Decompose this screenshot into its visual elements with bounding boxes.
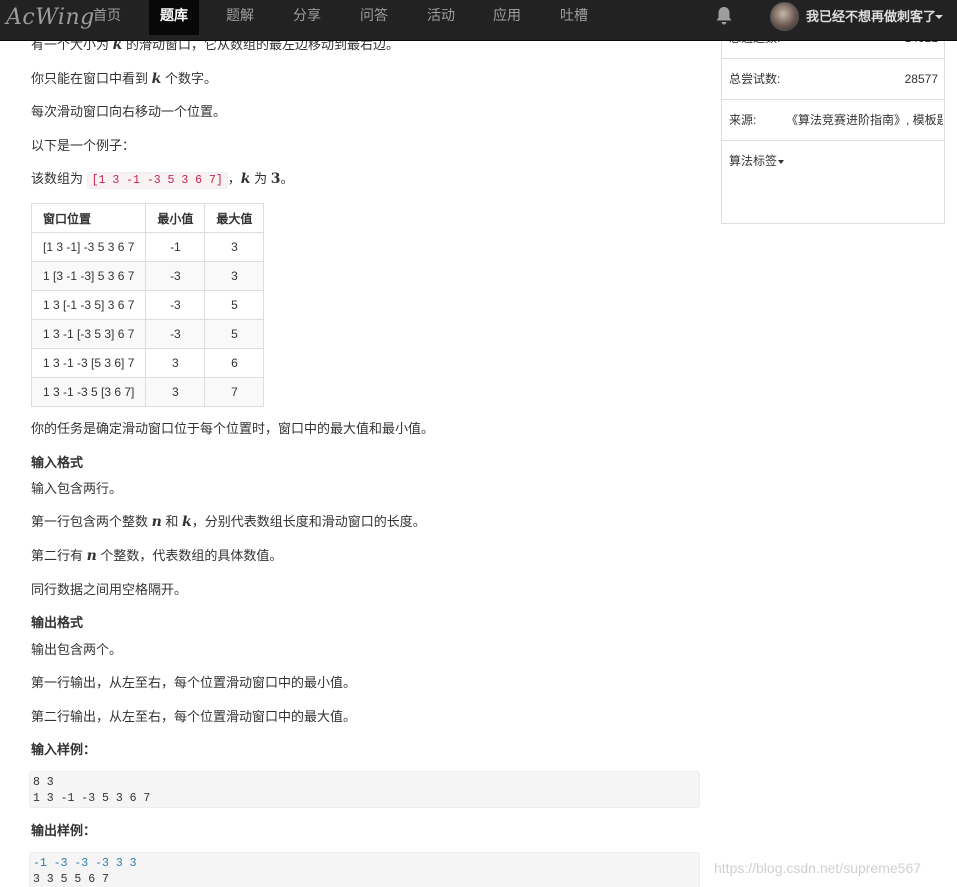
table-cell: [1 3 -1] -3 5 3 6 7 — [30, 232, 147, 262]
nav-home[interactable]: 首页 — [83, 0, 131, 35]
table-row: 1 3 -1 -3 [5 3 6] 7 3 6 — [30, 348, 265, 378]
acwing-logo[interactable]: AcWing — [6, 3, 95, 37]
table-cell: 7 — [204, 377, 265, 407]
sample-output-block[interactable]: -1 -3 -3 -3 3 33 3 5 5 6 7 — [29, 852, 700, 887]
output-format-heading: 输出格式 — [31, 615, 84, 630]
nav-solutions[interactable]: 题解 — [216, 0, 264, 35]
window-example-table: 窗口位置 最小值 最大值 [1 3 -1] -3 5 3 6 7 -1 3 1 … — [30, 203, 265, 407]
nav-problems[interactable]: 题库 — [149, 0, 199, 35]
table-cell: 5 — [204, 319, 265, 349]
table-header: 最大值 — [204, 203, 265, 233]
problem-info-panel: 总通过数: 14321 总尝试数: 28577 来源: 《算法竞赛进阶指南》, … — [721, 18, 945, 224]
table-row: 1 [3 -1 -3] 5 3 6 7 -3 3 — [30, 261, 265, 291]
bell-icon[interactable] — [715, 6, 733, 26]
stat-tried: 总尝试数: 28577 — [722, 59, 945, 100]
output-format-line: 第二行输出，从左至右，每个位置滑动窗口中的最大值。 — [31, 709, 357, 724]
nav-qa[interactable]: 问答 — [350, 0, 398, 35]
input-format-line: 输入包含两行。 — [31, 481, 123, 496]
avatar[interactable] — [770, 2, 799, 31]
input-format-line: 第二行有 n 个整数，代表数组的具体数值。 — [31, 548, 283, 564]
watermark: https://blog.csdn.net/supreme567 — [714, 860, 922, 876]
table-cell: 1 3 -1 -3 [5 3 6] 7 — [30, 348, 147, 378]
nav-activities[interactable]: 活动 — [417, 0, 465, 35]
nav-chat[interactable]: 吐槽 — [550, 0, 598, 35]
table-cell: 5 — [204, 290, 265, 320]
table-row: 1 3 [-1 -3 5] 3 6 7 -3 5 — [30, 290, 265, 320]
problem-content: 有一个大小为 k 的滑动窗口，它从数组的最左边移动到最右边。 你只能在窗口中看到… — [0, 0, 710, 887]
top-navbar: AcWing 首页 题库 题解 分享 问答 活动 应用 吐槽 我已经不想再做刺客… — [0, 0, 957, 41]
table-cell: 1 3 -1 -3 5 [3 6 7] — [30, 377, 147, 407]
input-format-line: 同行数据之间用空格隔开。 — [31, 582, 188, 597]
table-header: 最小值 — [145, 203, 206, 233]
problem-source: 来源: 《算法竞赛进阶指南》, 模板题 — [722, 100, 945, 141]
table-cell: 3 — [204, 261, 265, 291]
user-menu[interactable]: 我已经不想再做刺客了 — [806, 0, 936, 34]
nav-apps[interactable]: 应用 — [483, 0, 531, 35]
table-cell: 3 — [145, 377, 206, 407]
caret-down-icon — [778, 159, 785, 164]
table-cell: -3 — [145, 261, 206, 291]
table-cell: -3 — [145, 290, 206, 320]
table-cell: 1 3 [-1 -3 5] 3 6 7 — [30, 290, 147, 320]
sample-input-block[interactable]: 8 31 3 -1 -3 5 3 6 7 — [29, 771, 700, 808]
table-header-row: 窗口位置 最小值 最大值 — [30, 203, 265, 233]
output-format-line: 第一行输出，从左至右，每个位置滑动窗口中的最小值。 — [31, 675, 357, 690]
inline-code-array: [1 3 -1 -3 5 3 6 7] — [86, 172, 228, 189]
problem-task: 你的任务是确定滑动窗口位于每个位置时，窗口中的最大值和最小值。 — [31, 421, 435, 436]
sample-input-heading: 输入样例： — [31, 742, 97, 757]
output-format-line: 输出包含两个。 — [31, 642, 123, 657]
table-header: 窗口位置 — [30, 203, 147, 233]
nav-share[interactable]: 分享 — [283, 0, 331, 35]
problem-line-move: 每次滑动窗口向右移动一个位置。 — [31, 104, 227, 119]
table-row: 1 3 -1 [-3 5 3] 6 7 -3 5 — [30, 319, 265, 349]
sample-output-heading: 输出样例： — [31, 823, 97, 838]
problem-line-array: 该数组为 [1 3 -1 -3 5 3 6 7] ，k 为 3。 — [31, 171, 294, 189]
table-cell: 3 — [204, 232, 265, 262]
table-cell: 1 3 -1 [-3 5 3] 6 7 — [30, 319, 147, 349]
problem-line-example-intro: 以下是一个例子： — [31, 138, 136, 153]
problem-line-visible-k: 你只能在窗口中看到 k 个数字。 — [31, 71, 217, 87]
table-cell: -3 — [145, 319, 206, 349]
table-cell: 3 — [145, 348, 206, 378]
table-cell: -1 — [145, 232, 206, 262]
table-row: 1 3 -1 -3 5 [3 6 7] 3 7 — [30, 377, 265, 407]
caret-down-icon[interactable] — [935, 15, 943, 19]
table-cell: 6 — [204, 348, 265, 378]
input-format-line: 第一行包含两个整数 n 和 k，分别代表数组长度和滑动窗口的长度。 — [31, 514, 426, 530]
input-format-heading: 输入格式 — [31, 455, 84, 470]
table-row: [1 3 -1] -3 5 3 6 7 -1 3 — [30, 232, 265, 262]
algorithm-tags-toggle[interactable]: 算法标签 — [722, 141, 945, 182]
table-cell: 1 [3 -1 -3] 5 3 6 7 — [30, 261, 147, 291]
